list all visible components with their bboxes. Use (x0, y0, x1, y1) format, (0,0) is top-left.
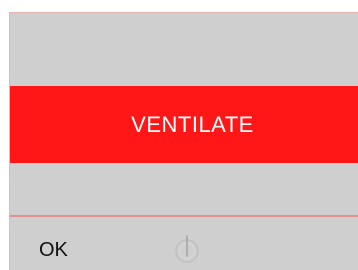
alarm-panel: VENTILATE OK (9, 12, 358, 270)
footer-bar: OK (10, 217, 358, 270)
ok-button[interactable]: OK (39, 236, 89, 264)
device-screen: VENTILATE OK (0, 0, 358, 270)
rotary-knob-icon[interactable] (168, 231, 206, 269)
alarm-message: VENTILATE (131, 111, 254, 137)
alarm-banner: VENTILATE (10, 86, 358, 163)
